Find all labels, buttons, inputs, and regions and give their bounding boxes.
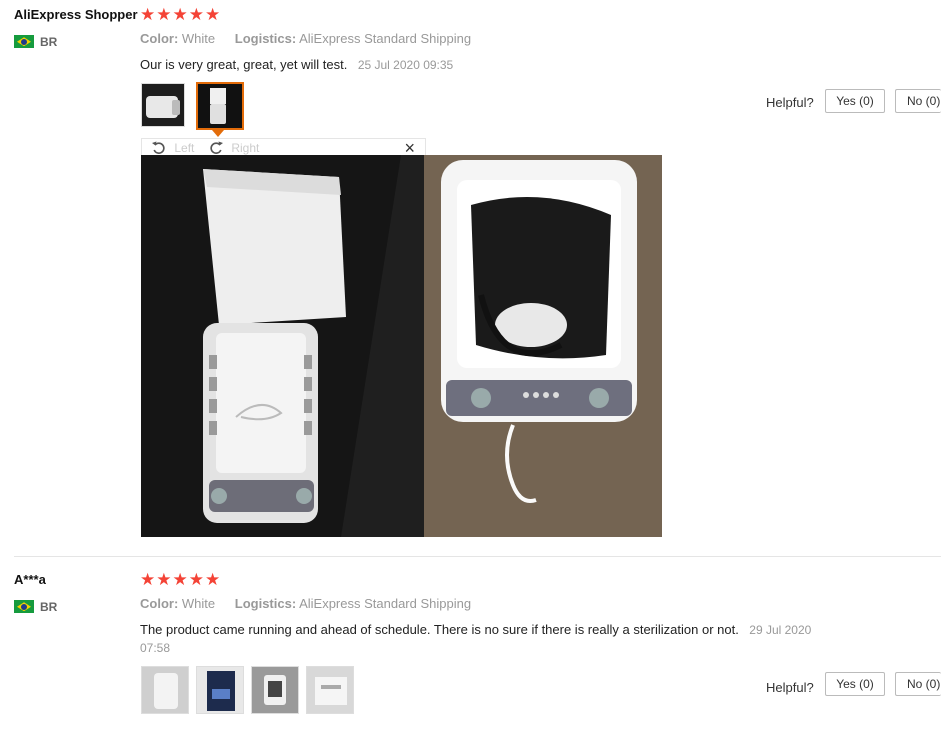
brazil-flag-icon <box>14 35 34 49</box>
reviewer-name: AliExpress Shopper <box>14 7 138 22</box>
review-time: 07:58 <box>140 641 171 655</box>
helpful-label: Helpful? <box>766 680 814 695</box>
logistics-key: Logistics: <box>234 31 297 46</box>
country-code: BR <box>40 34 58 49</box>
helpful-no-button[interactable]: No (0) <box>895 672 941 696</box>
review-photo-thumb[interactable] <box>306 666 354 714</box>
color-key: Color: <box>140 596 179 611</box>
color-key: Color: <box>140 31 179 46</box>
country-code: BR <box>40 599 58 614</box>
review-body: The product came running and ahead of sc… <box>140 621 860 657</box>
rotate-right-icon <box>210 141 223 154</box>
enlarged-review-photo <box>141 155 662 537</box>
review-divider <box>14 556 941 557</box>
rotate-right-control[interactable]: Right <box>208 140 259 156</box>
helpful-label: Helpful? <box>766 95 814 110</box>
helpful-yes-button[interactable]: Yes (0) <box>825 89 885 113</box>
rotate-left-icon <box>152 141 165 154</box>
color-value: White <box>181 31 216 46</box>
helpful-no-button[interactable]: No (0) <box>895 89 941 113</box>
review-photo-thumb[interactable] <box>141 666 189 714</box>
logistics-key: Logistics: <box>234 596 297 611</box>
helpful-yes-button[interactable]: Yes (0) <box>825 672 885 696</box>
review-photo-thumb[interactable] <box>251 666 299 714</box>
review-text: Our is very great, great, yet will test. <box>140 57 348 72</box>
review-meta: Color: White Logistics: AliExpress Stand… <box>140 596 487 611</box>
review-body: Our is very great, great, yet will test.… <box>140 56 453 74</box>
selected-thumb-pointer <box>212 130 224 137</box>
sterilizer-photo <box>141 155 662 537</box>
rating-stars: ★★★★★ <box>140 5 222 24</box>
logistics-value: AliExpress Standard Shipping <box>299 596 472 611</box>
rotate-right-label: Right <box>231 141 260 155</box>
review-photo-thumb-selected[interactable] <box>196 82 244 130</box>
rotate-left-control[interactable]: Left <box>151 140 194 156</box>
review-photo-thumb[interactable] <box>196 666 244 714</box>
color-value: White <box>181 596 216 611</box>
reviewer-name: A***a <box>14 572 46 587</box>
review-text: The product came running and ahead of sc… <box>140 622 739 637</box>
reviewer-country: BR <box>14 598 57 616</box>
review-date: 29 Jul 2020 <box>749 623 812 637</box>
review-meta: Color: White Logistics: AliExpress Stand… <box>140 31 487 46</box>
reviewer-country: BR <box>14 33 57 51</box>
brazil-flag-icon <box>14 600 34 614</box>
rating-stars: ★★★★★ <box>140 570 222 589</box>
rotate-left-label: Left <box>174 141 195 155</box>
review-photo-thumb[interactable] <box>141 83 185 127</box>
logistics-value: AliExpress Standard Shipping <box>299 31 472 46</box>
review-date: 25 Jul 2020 09:35 <box>357 58 454 72</box>
